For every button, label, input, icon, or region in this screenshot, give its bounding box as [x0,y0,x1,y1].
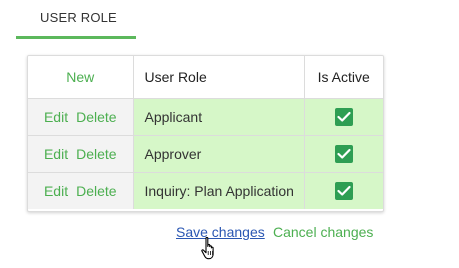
command-cell: Edit Delete [28,135,134,173]
new-button[interactable]: New [28,56,134,99]
role-name-cell[interactable]: Approver [133,135,305,173]
command-cell: Edit Delete [28,98,134,136]
is-active-cell[interactable] [304,135,383,173]
checkbox-checked-icon[interactable] [334,107,353,126]
edit-button[interactable]: Edit [44,146,68,162]
page: USER ROLE New User Role Is Active Edit De… [0,0,459,268]
edit-button[interactable]: Edit [44,183,68,199]
role-name-cell[interactable]: Inquiry: Plan Application [133,172,305,209]
tab-label: USER ROLE [40,10,117,25]
table-row: Edit Delete Inquiry: Plan Application [28,172,383,209]
delete-button[interactable]: Delete [76,183,116,199]
column-header-user-role[interactable]: User Role [133,56,305,99]
cancel-changes-button[interactable]: Cancel changes [273,224,373,240]
edit-button[interactable]: Edit [44,109,68,125]
delete-button[interactable]: Delete [76,146,116,162]
header-row: New User Role Is Active [28,56,383,99]
tab-active-indicator [16,36,136,39]
table-row: Edit Delete Applicant [28,98,383,136]
hand-pointer-cursor-icon [200,236,220,265]
is-active-cell[interactable] [304,98,383,136]
role-name-cell[interactable]: Applicant [133,98,305,136]
table-row: Edit Delete Approver [28,135,383,173]
column-header-is-active[interactable]: Is Active [304,56,383,99]
delete-button[interactable]: Delete [76,109,116,125]
user-role-table: New User Role Is Active Edit Delete Appli… [28,56,383,209]
is-active-cell[interactable] [304,172,383,209]
checkbox-checked-icon[interactable] [334,144,353,163]
checkbox-checked-icon[interactable] [334,181,353,200]
save-changes-button[interactable]: Save changes [176,224,265,240]
command-cell: Edit Delete [28,172,134,209]
tab-user-role[interactable]: USER ROLE [16,0,136,39]
user-role-grid: New User Role Is Active Edit Delete Appli… [27,55,384,212]
